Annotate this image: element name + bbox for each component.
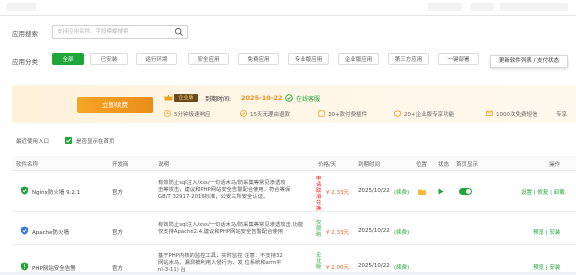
header-actions: 操作 — [549, 162, 561, 168]
purchase-only-tag: 仅 限 购 — [316, 220, 324, 238]
renew-button[interactable]: 立即续费 — [77, 97, 153, 113]
app-description-line: 仅支持Apache2.4,建议和PHP网站安全告警配合使用 — [158, 229, 283, 236]
category-installed[interactable]: 已安装 — [90, 53, 128, 65]
category-pro[interactable]: 专业版应用 — [288, 53, 329, 65]
recent-entry-label: 最近使用入口 — [16, 139, 50, 145]
top-bar — [0, 0, 576, 16]
app-vendor: 官方 — [112, 230, 124, 236]
header-description: 说明 — [158, 162, 170, 168]
expire-date: 2025-10-22 — [241, 94, 283, 102]
top-bar-block — [500, 3, 568, 11]
shield-icon — [21, 186, 28, 195]
search-icon[interactable] — [174, 27, 184, 37]
feature-refund: 15天无理由退款 — [250, 112, 290, 118]
online-service-link[interactable]: 在线客服 — [296, 94, 320, 103]
category-enterprise[interactable]: 企业版应用 — [338, 53, 379, 65]
app-name[interactable]: Nginx防火墙 9.2.1 — [32, 188, 80, 196]
home-display-toggle[interactable] — [459, 188, 472, 195]
refund-icon — [240, 110, 247, 117]
row-actions[interactable]: 设置 | 修复 | 卸载 — [521, 188, 565, 196]
enterprise-badge: 企业版 — [174, 94, 198, 102]
category-third-party[interactable]: 第三方应用 — [388, 53, 429, 65]
app-name[interactable]: Apache防火墙 — [32, 228, 69, 236]
feature-sms: 1000次免费短信 — [496, 112, 538, 118]
top-bar-block — [470, 3, 494, 11]
app-expire-date: 2025/10/22 — [358, 228, 390, 234]
category-free[interactable]: 免费应用 — [238, 53, 279, 65]
feature-enterprise: 20+企业版专享功能 — [404, 112, 455, 118]
row-actions[interactable]: 预览 | 安装 — [533, 228, 560, 236]
app-description-line: GB/T 32917-2016标准，公安三所安全认证。 — [158, 194, 269, 201]
table-row — [12, 171, 576, 212]
service-icon — [285, 94, 293, 102]
header-status: 状态 — [438, 162, 450, 168]
cancel-exchange-link[interactable]: 申 请 取 消 兑 换 — [316, 176, 324, 212]
feature-plugins: 30+款付费插件 — [328, 112, 368, 118]
header-vendor: 开发商 — [112, 162, 129, 168]
category-one-click[interactable]: 一键部署 — [438, 53, 479, 65]
category-security[interactable]: 安全应用 — [188, 53, 229, 65]
category-all[interactable]: 全部 — [52, 53, 84, 65]
table-row — [12, 245, 576, 273]
check-icon — [66, 138, 71, 143]
app-vendor: 官方 — [112, 190, 124, 196]
app-expire-date: 2025/10/22 — [358, 188, 390, 194]
table-header — [12, 156, 576, 171]
sms-icon — [486, 110, 493, 117]
feature-response: 5分钟极速响应 — [174, 112, 211, 118]
feature-exclusive: 专享 — [556, 112, 568, 118]
tag-char: 购 — [316, 232, 322, 238]
apache-shield-icon — [21, 226, 28, 235]
app-price: ¥ 2.00元 — [326, 265, 349, 271]
renew-link[interactable]: (续费) — [394, 188, 409, 196]
update-list-tooltip[interactable]: 更新软件列表 / 支付状态 — [490, 55, 568, 68]
tag-char: 版 — [316, 264, 322, 270]
app-expire-date: 2025/10/22 — [358, 263, 390, 269]
header-expire[interactable]: 到期时间 — [358, 160, 380, 168]
category-label: 应用分类 — [12, 58, 38, 66]
enterprise-tag: 企 业 版 — [316, 252, 324, 270]
app-price: ¥ 2.33元 — [326, 230, 349, 236]
top-bar-left-block — [6, 3, 36, 11]
php-alert-icon — [21, 262, 28, 271]
app-price: ¥ 2.33元 — [326, 190, 349, 196]
plugin-icon — [318, 110, 325, 117]
renew-link[interactable]: (续费) — [394, 228, 409, 236]
show-on-home-label: 是否显示在首页 — [76, 139, 115, 145]
search-box[interactable] — [52, 25, 188, 39]
app-name[interactable]: PHP网站安全告警 — [32, 264, 76, 272]
renew-link[interactable]: (续费) — [394, 263, 409, 271]
play-icon[interactable] — [438, 188, 444, 195]
header-location: 位置 — [416, 162, 428, 168]
header-price[interactable]: 价格/天 — [318, 160, 336, 168]
row-actions[interactable]: 预览 | 安装 — [533, 263, 560, 271]
crown-icon — [164, 94, 173, 101]
show-on-home-checkbox[interactable] — [65, 137, 72, 144]
category-runtime[interactable]: 运行环境 — [136, 53, 177, 65]
search-input[interactable] — [57, 27, 169, 36]
expire-label: 到期时间: — [205, 96, 232, 103]
folder-icon[interactable] — [418, 189, 426, 195]
header-name: 软件名称 — [16, 162, 39, 168]
enterprise-feature-icon — [394, 110, 401, 117]
search-label: 应用搜索 — [12, 30, 38, 38]
top-bar-block — [428, 3, 462, 11]
clock-icon — [164, 110, 171, 117]
header-home-display: 首页显示 — [456, 162, 479, 168]
app-description-line: ni-3-11) 台 — [158, 267, 186, 274]
app-vendor: 官方 — [112, 266, 124, 272]
